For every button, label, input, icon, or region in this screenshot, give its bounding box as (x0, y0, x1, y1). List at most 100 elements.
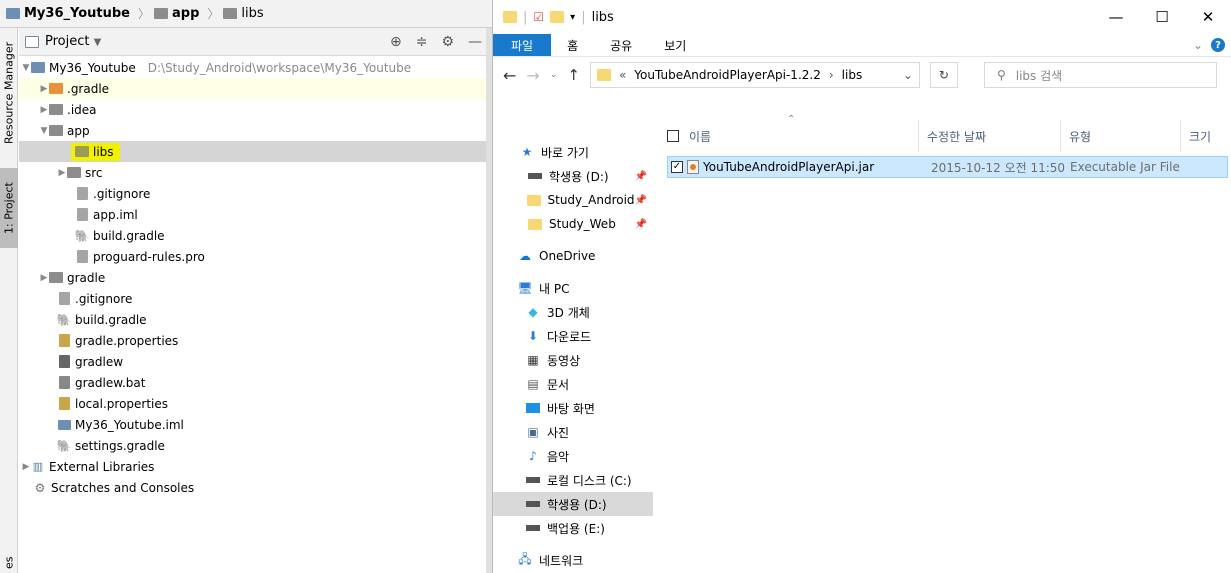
locate-icon[interactable]: ⊕ (390, 34, 402, 50)
nav-downloads[interactable]: ⬇ 다운로드 (493, 324, 653, 348)
nav-student-d-pinned[interactable]: 학생용 (D:) 📌 (493, 164, 653, 188)
chevron-right-icon[interactable]: › (829, 68, 834, 82)
tree-row-build-gradle[interactable]: 🐘 build.gradle (19, 309, 492, 330)
folder-icon (596, 69, 611, 81)
search-input[interactable]: ⚲ libs 검색 (983, 62, 1217, 88)
nav-study-web[interactable]: Study_Web 📌 (493, 212, 653, 236)
ignore-file-icon (57, 292, 71, 306)
nav-student-d[interactable]: 학생용 (D:) (493, 492, 653, 516)
jar-file-icon (687, 160, 699, 174)
back-arrow-icon[interactable]: ← (503, 66, 516, 85)
collapsed-arrow-icon[interactable]: ▶ (39, 273, 49, 283)
collapsed-arrow-icon[interactable]: ▶ (39, 84, 49, 94)
chevron-down-icon[interactable]: ▾ (570, 12, 575, 23)
maximize-button[interactable]: ☐ (1139, 8, 1185, 26)
iml-file-icon (57, 418, 71, 432)
expanded-arrow-icon[interactable]: ▼ (21, 63, 31, 73)
tree-row-libs[interactable]: libs (19, 141, 492, 162)
address-field[interactable]: « YouTubeAndroidPlayerApi-1.2.2 › libs ⌄ (589, 62, 920, 88)
breadcrumb-folder[interactable]: libs (223, 6, 264, 21)
nav-videos[interactable]: ▦ 동영상 (493, 348, 653, 372)
tree-row-src[interactable]: ▶ src (19, 162, 492, 183)
nav-onedrive[interactable]: ☁ OneDrive (493, 244, 653, 268)
nav-music[interactable]: ♪ 음악 (493, 444, 653, 468)
address-segment-parent[interactable]: YouTubeAndroidPlayerApi-1.2.2 (634, 68, 821, 82)
tree-row-idea[interactable]: ▶ .idea (19, 99, 492, 120)
up-arrow-icon[interactable]: ↑ (567, 66, 580, 84)
file-row[interactable]: ✓ YouTubeAndroidPlayerApi.jar 2015-10-12… (667, 156, 1228, 178)
row-checkbox[interactable]: ✓ (671, 161, 683, 173)
nav-documents[interactable]: ▤ 문서 (493, 372, 653, 396)
collapsed-arrow-icon[interactable]: ▶ (21, 462, 31, 472)
properties-icon[interactable]: ☑ (533, 10, 544, 24)
tree-row-external-libraries[interactable]: ▶ ▥ External Libraries (19, 456, 492, 477)
expanded-arrow-icon[interactable]: ▼ (39, 126, 49, 136)
collapse-icon[interactable]: ≑ (416, 34, 428, 50)
tree-row-gradlew[interactable]: gradlew (19, 351, 492, 372)
breadcrumb-module[interactable]: app (154, 6, 199, 21)
column-type[interactable]: 유형 (1061, 120, 1181, 152)
refresh-button[interactable]: ↻ (929, 62, 958, 88)
project-tab[interactable]: 1: Project (0, 168, 18, 248)
folder-icon (67, 166, 81, 180)
column-size[interactable]: 크기 (1181, 120, 1231, 152)
tree-row-gradle[interactable]: ▶ gradle (19, 267, 492, 288)
column-headers: ⌃ 이름 수정한 날짜 유형 크기 (661, 114, 1231, 152)
tree-row-app-iml[interactable]: app.iml (19, 204, 492, 225)
tab-share[interactable]: 공유 (594, 34, 648, 56)
minimize-button[interactable]: — (1093, 8, 1139, 26)
tree-row-root[interactable]: ▼ My36_Youtube D:\Study_Android\workspac… (19, 57, 492, 78)
tree-row-iml[interactable]: My36_Youtube.iml (19, 414, 492, 435)
column-modified[interactable]: 수정한 날짜 (919, 120, 1061, 152)
nav-this-pc[interactable]: 🖥 내 PC (493, 276, 653, 300)
collapsed-arrow-icon[interactable]: ▶ (39, 105, 49, 115)
pin-icon[interactable]: 📌 (635, 219, 647, 230)
tree-row-scratches[interactable]: ⚙ Scratches and Consoles (19, 477, 492, 498)
help-icon[interactable]: ? (1211, 38, 1225, 52)
tree-row-app-gitignore[interactable]: .gitignore (19, 183, 492, 204)
nav-backup-e[interactable]: 백업용 (E:) (493, 516, 653, 540)
window-title: libs (591, 9, 614, 25)
picture-icon: ▣ (527, 425, 539, 439)
chevron-down-icon[interactable]: ⌄ (903, 68, 913, 82)
project-view-selector[interactable]: Project ▼ (45, 34, 101, 49)
nav-study-android[interactable]: Study_Android 📌 (493, 188, 653, 212)
gear-icon[interactable]: ⚙ (441, 34, 454, 50)
select-all-checkbox[interactable] (667, 130, 679, 142)
tree-row-local-properties[interactable]: local.properties (19, 393, 492, 414)
tree-row-gradle-dir[interactable]: ▶ .gradle (19, 78, 492, 99)
tree-row-gradlew-bat[interactable]: gradlew.bat (19, 372, 492, 393)
tab-view[interactable]: 보기 (648, 34, 702, 56)
tree-row-settings-gradle[interactable]: 🐘 settings.gradle (19, 435, 492, 456)
nav-3d-objects[interactable]: ◆ 3D 개체 (493, 300, 653, 324)
tree-row-app[interactable]: ▼ app (19, 120, 492, 141)
tree-row-app-build-gradle[interactable]: 🐘 build.gradle (19, 225, 492, 246)
chevron-down-icon[interactable]: ⌄ (550, 70, 558, 80)
file-icon (75, 250, 89, 264)
pin-icon[interactable]: 📌 (635, 171, 647, 182)
nav-desktop[interactable]: 바탕 화면 (493, 396, 653, 420)
address-segment-current[interactable]: libs (842, 68, 863, 82)
nav-pictures[interactable]: ▣ 사진 (493, 420, 653, 444)
properties-file-icon (57, 334, 71, 348)
pin-icon[interactable]: 📌 (635, 195, 647, 206)
nav-network[interactable]: 🖧 네트워크 (493, 548, 653, 572)
tree-row-gitignore[interactable]: .gitignore (19, 288, 492, 309)
forward-arrow-icon[interactable]: → (526, 66, 539, 85)
new-folder-icon[interactable] (550, 11, 565, 23)
expand-ribbon-icon[interactable]: ⌄ (1193, 38, 1203, 52)
hide-icon[interactable]: — (468, 34, 482, 50)
collapsed-arrow-icon[interactable]: ▶ (57, 168, 67, 178)
breadcrumb-project[interactable]: My36_Youtube (6, 6, 130, 21)
tree-row-proguard[interactable]: proguard-rules.pro (19, 246, 492, 267)
bottom-tab[interactable]: es (0, 553, 18, 573)
close-button[interactable]: ✕ (1185, 8, 1231, 26)
tab-file[interactable]: 파일 (493, 34, 552, 56)
tab-home[interactable]: 홈 (551, 34, 594, 56)
drive-icon (525, 521, 541, 535)
tree-row-gradle-properties[interactable]: gradle.properties (19, 330, 492, 351)
nav-local-c[interactable]: 로컬 디스크 (C:) (493, 468, 653, 492)
resource-manager-tab[interactable]: Resource Manager (0, 38, 18, 148)
nav-quick-access[interactable]: ★ 바로 가기 (493, 140, 653, 164)
file-icon (57, 376, 71, 390)
